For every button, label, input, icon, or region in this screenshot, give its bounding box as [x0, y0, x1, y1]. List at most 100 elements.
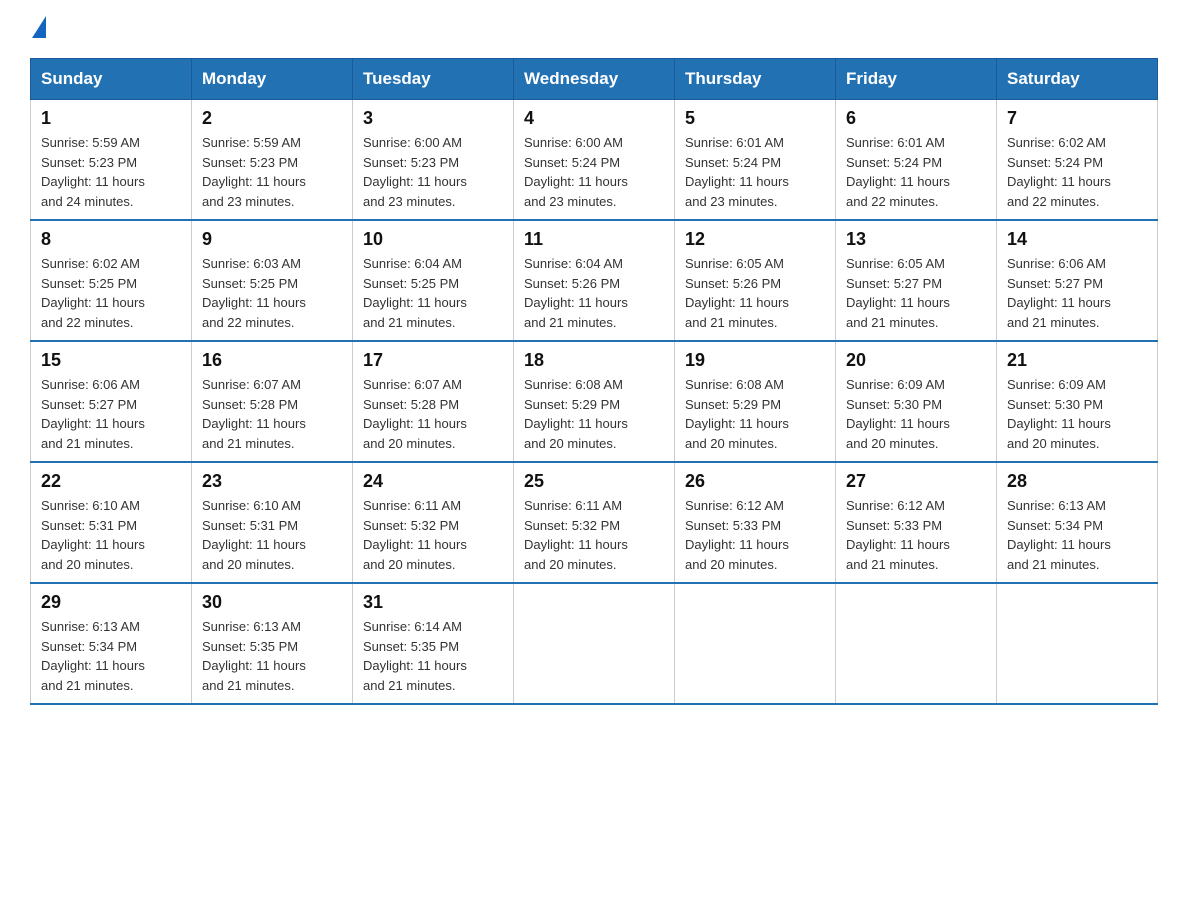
day-cell: 26 Sunrise: 6:12 AMSunset: 5:33 PMDayligh… — [675, 462, 836, 583]
day-info: Sunrise: 6:10 AMSunset: 5:31 PMDaylight:… — [202, 496, 342, 574]
day-info: Sunrise: 6:11 AMSunset: 5:32 PMDaylight:… — [524, 496, 664, 574]
day-number: 20 — [846, 350, 986, 371]
day-cell: 9 Sunrise: 6:03 AMSunset: 5:25 PMDaylight… — [192, 220, 353, 341]
day-number: 11 — [524, 229, 664, 250]
day-info: Sunrise: 6:09 AMSunset: 5:30 PMDaylight:… — [846, 375, 986, 453]
day-number: 21 — [1007, 350, 1147, 371]
day-number: 24 — [363, 471, 503, 492]
calendar-header: SundayMondayTuesdayWednesdayThursdayFrid… — [31, 59, 1158, 100]
day-cell: 12 Sunrise: 6:05 AMSunset: 5:26 PMDayligh… — [675, 220, 836, 341]
day-info: Sunrise: 6:11 AMSunset: 5:32 PMDaylight:… — [363, 496, 503, 574]
day-number: 9 — [202, 229, 342, 250]
day-info: Sunrise: 6:00 AMSunset: 5:23 PMDaylight:… — [363, 133, 503, 211]
day-number: 7 — [1007, 108, 1147, 129]
week-row-1: 1 Sunrise: 5:59 AMSunset: 5:23 PMDaylight… — [31, 100, 1158, 221]
day-number: 14 — [1007, 229, 1147, 250]
day-number: 28 — [1007, 471, 1147, 492]
day-cell: 4 Sunrise: 6:00 AMSunset: 5:24 PMDaylight… — [514, 100, 675, 221]
day-number: 26 — [685, 471, 825, 492]
day-number: 27 — [846, 471, 986, 492]
day-cell — [514, 583, 675, 704]
day-cell — [836, 583, 997, 704]
day-cell: 20 Sunrise: 6:09 AMSunset: 5:30 PMDayligh… — [836, 341, 997, 462]
day-cell: 27Sunrise: 6:12 AMSunset: 5:33 PMDayligh… — [836, 462, 997, 583]
day-info: Sunrise: 6:08 AMSunset: 5:29 PMDaylight:… — [524, 375, 664, 453]
day-number: 15 — [41, 350, 181, 371]
day-info: Sunrise: 6:06 AMSunset: 5:27 PMDaylight:… — [1007, 254, 1147, 332]
day-number: 13 — [846, 229, 986, 250]
day-cell: 28Sunrise: 6:13 AMSunset: 5:34 PMDayligh… — [997, 462, 1158, 583]
day-number: 17 — [363, 350, 503, 371]
day-cell: 22 Sunrise: 6:10 AMSunset: 5:31 PMDayligh… — [31, 462, 192, 583]
header-row: SundayMondayTuesdayWednesdayThursdayFrid… — [31, 59, 1158, 100]
day-info: Sunrise: 6:02 AMSunset: 5:25 PMDaylight:… — [41, 254, 181, 332]
day-cell: 18Sunrise: 6:08 AMSunset: 5:29 PMDayligh… — [514, 341, 675, 462]
week-row-4: 22 Sunrise: 6:10 AMSunset: 5:31 PMDayligh… — [31, 462, 1158, 583]
day-info: Sunrise: 6:05 AMSunset: 5:26 PMDaylight:… — [685, 254, 825, 332]
day-cell: 5 Sunrise: 6:01 AMSunset: 5:24 PMDaylight… — [675, 100, 836, 221]
day-cell: 23 Sunrise: 6:10 AMSunset: 5:31 PMDayligh… — [192, 462, 353, 583]
header — [30, 20, 1158, 38]
day-info: Sunrise: 6:01 AMSunset: 5:24 PMDaylight:… — [685, 133, 825, 211]
day-info: Sunrise: 6:05 AMSunset: 5:27 PMDaylight:… — [846, 254, 986, 332]
day-cell: 2Sunrise: 5:59 AMSunset: 5:23 PMDaylight… — [192, 100, 353, 221]
day-number: 8 — [41, 229, 181, 250]
day-cell: 31 Sunrise: 6:14 AMSunset: 5:35 PMDayligh… — [353, 583, 514, 704]
header-cell-monday: Monday — [192, 59, 353, 100]
day-number: 12 — [685, 229, 825, 250]
day-info: Sunrise: 6:07 AMSunset: 5:28 PMDaylight:… — [363, 375, 503, 453]
day-info: Sunrise: 6:04 AMSunset: 5:26 PMDaylight:… — [524, 254, 664, 332]
day-info: Sunrise: 5:59 AMSunset: 5:23 PMDaylight:… — [202, 133, 342, 211]
header-cell-thursday: Thursday — [675, 59, 836, 100]
day-cell: 3Sunrise: 6:00 AMSunset: 5:23 PMDaylight… — [353, 100, 514, 221]
week-row-3: 15 Sunrise: 6:06 AMSunset: 5:27 PMDayligh… — [31, 341, 1158, 462]
day-info: Sunrise: 6:10 AMSunset: 5:31 PMDaylight:… — [41, 496, 181, 574]
day-cell — [675, 583, 836, 704]
day-info: Sunrise: 6:14 AMSunset: 5:35 PMDaylight:… — [363, 617, 503, 695]
day-cell: 24 Sunrise: 6:11 AMSunset: 5:32 PMDayligh… — [353, 462, 514, 583]
day-number: 1 — [41, 108, 181, 129]
day-number: 10 — [363, 229, 503, 250]
day-cell: 17 Sunrise: 6:07 AMSunset: 5:28 PMDayligh… — [353, 341, 514, 462]
day-info: Sunrise: 6:06 AMSunset: 5:27 PMDaylight:… — [41, 375, 181, 453]
day-info: Sunrise: 6:09 AMSunset: 5:30 PMDaylight:… — [1007, 375, 1147, 453]
calendar-body: 1 Sunrise: 5:59 AMSunset: 5:23 PMDaylight… — [31, 100, 1158, 705]
day-cell — [997, 583, 1158, 704]
day-cell: 30 Sunrise: 6:13 AMSunset: 5:35 PMDayligh… — [192, 583, 353, 704]
day-number: 5 — [685, 108, 825, 129]
day-cell: 1 Sunrise: 5:59 AMSunset: 5:23 PMDaylight… — [31, 100, 192, 221]
day-info: Sunrise: 6:13 AMSunset: 5:34 PMDaylight:… — [41, 617, 181, 695]
day-info: Sunrise: 6:00 AMSunset: 5:24 PMDaylight:… — [524, 133, 664, 211]
day-number: 29 — [41, 592, 181, 613]
day-info: Sunrise: 6:13 AMSunset: 5:35 PMDaylight:… — [202, 617, 342, 695]
day-info: Sunrise: 6:04 AMSunset: 5:25 PMDaylight:… — [363, 254, 503, 332]
header-cell-saturday: Saturday — [997, 59, 1158, 100]
day-cell: 29 Sunrise: 6:13 AMSunset: 5:34 PMDayligh… — [31, 583, 192, 704]
day-cell: 16Sunrise: 6:07 AMSunset: 5:28 PMDayligh… — [192, 341, 353, 462]
day-cell: 15 Sunrise: 6:06 AMSunset: 5:27 PMDayligh… — [31, 341, 192, 462]
week-row-5: 29 Sunrise: 6:13 AMSunset: 5:34 PMDayligh… — [31, 583, 1158, 704]
day-cell: 11 Sunrise: 6:04 AMSunset: 5:26 PMDayligh… — [514, 220, 675, 341]
day-info: Sunrise: 6:03 AMSunset: 5:25 PMDaylight:… — [202, 254, 342, 332]
logo-triangle-icon — [32, 16, 46, 38]
day-info: Sunrise: 6:01 AMSunset: 5:24 PMDaylight:… — [846, 133, 986, 211]
header-cell-wednesday: Wednesday — [514, 59, 675, 100]
calendar-table: SundayMondayTuesdayWednesdayThursdayFrid… — [30, 58, 1158, 705]
day-cell: 7 Sunrise: 6:02 AMSunset: 5:24 PMDaylight… — [997, 100, 1158, 221]
day-number: 23 — [202, 471, 342, 492]
day-number: 19 — [685, 350, 825, 371]
day-number: 31 — [363, 592, 503, 613]
day-cell: 10 Sunrise: 6:04 AMSunset: 5:25 PMDayligh… — [353, 220, 514, 341]
day-number: 6 — [846, 108, 986, 129]
week-row-2: 8 Sunrise: 6:02 AMSunset: 5:25 PMDaylight… — [31, 220, 1158, 341]
header-cell-tuesday: Tuesday — [353, 59, 514, 100]
day-info: Sunrise: 6:02 AMSunset: 5:24 PMDaylight:… — [1007, 133, 1147, 211]
day-cell: 13 Sunrise: 6:05 AMSunset: 5:27 PMDayligh… — [836, 220, 997, 341]
day-info: Sunrise: 5:59 AMSunset: 5:23 PMDaylight:… — [41, 133, 181, 211]
day-number: 4 — [524, 108, 664, 129]
day-number: 22 — [41, 471, 181, 492]
logo — [30, 20, 46, 38]
day-info: Sunrise: 6:12 AMSunset: 5:33 PMDaylight:… — [685, 496, 825, 574]
day-number: 30 — [202, 592, 342, 613]
header-cell-sunday: Sunday — [31, 59, 192, 100]
